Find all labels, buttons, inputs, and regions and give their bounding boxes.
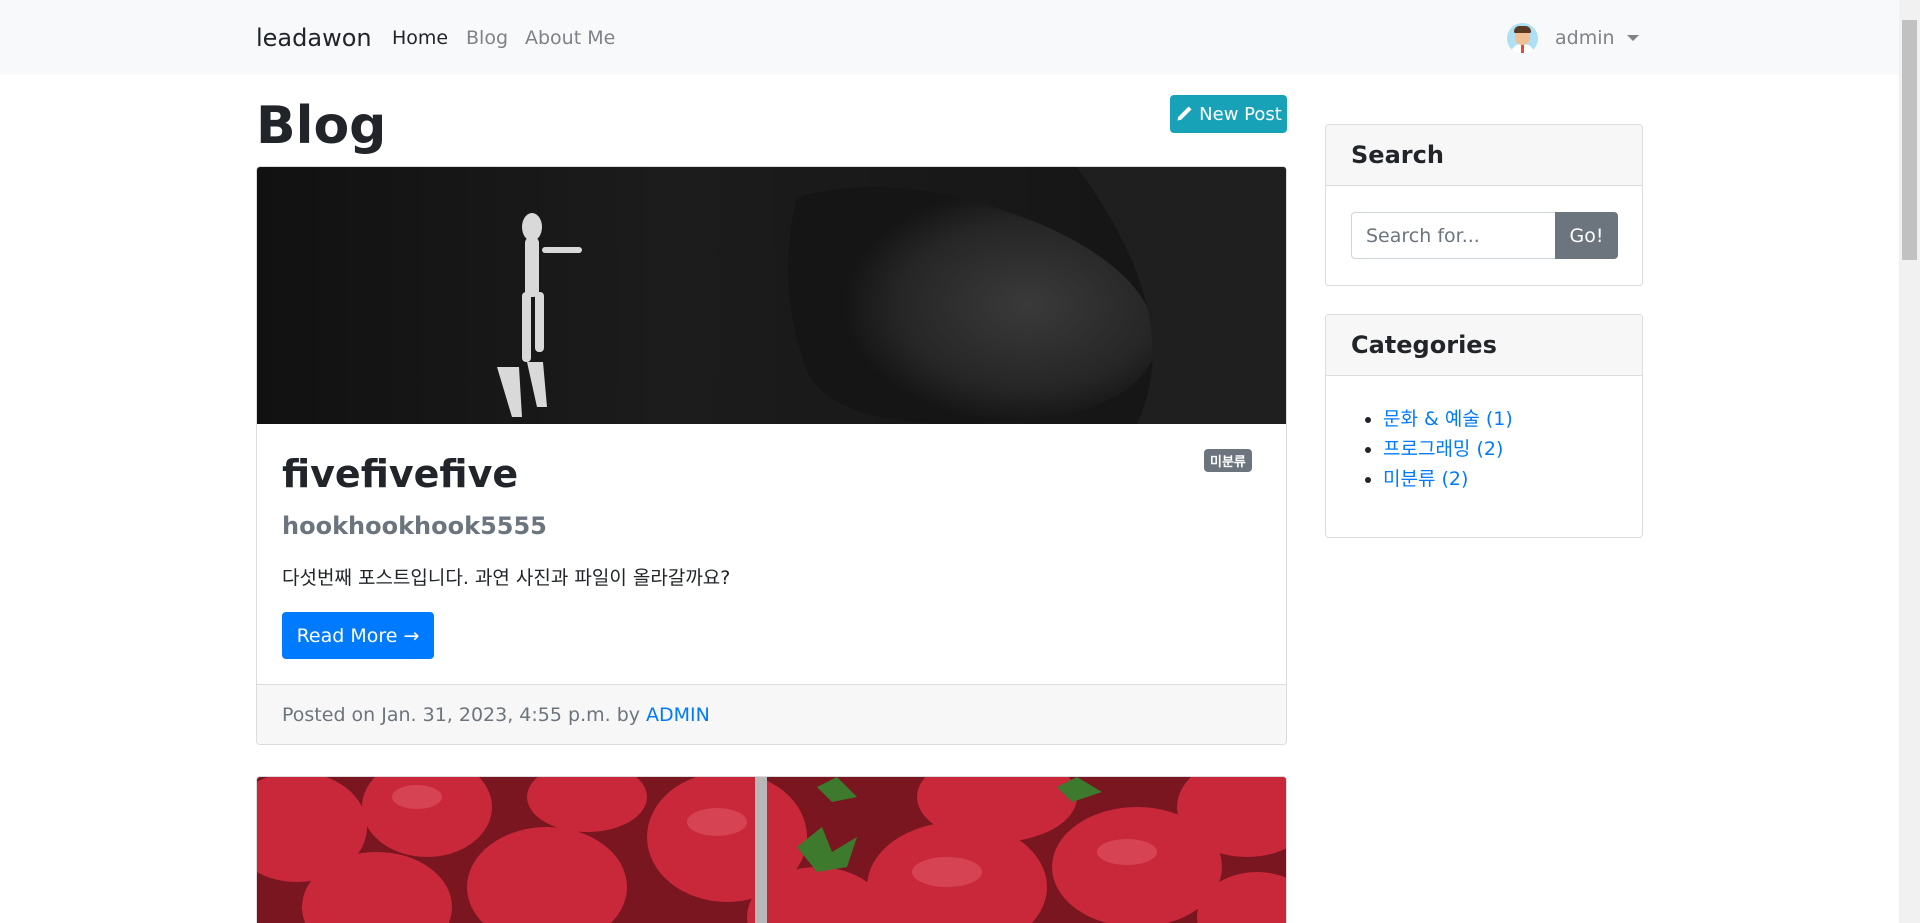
strawberries-photo [257,777,1286,923]
search-widget: Search Go! [1325,124,1643,286]
post-card [256,776,1287,923]
categories-widget: Categories 문화 & 예술 (1) 프로그래밍 (2) 미분류 (2) [1325,314,1643,538]
post-title[interactable]: fivefivefive [282,452,518,496]
scrollbar-thumb[interactable] [1902,20,1917,260]
post-meta: Posted on Jan. 31, 2023, 4:55 p.m. by [282,704,641,726]
pencil-icon [1177,106,1192,121]
author-link[interactable]: ADMIN [646,704,710,726]
list-item: 문화 & 예술 (1) [1383,404,1513,434]
category-badge[interactable]: 미분류 [1204,449,1252,472]
user-name: admin [1555,27,1615,49]
list-item: 프로그래밍 (2) [1383,434,1513,464]
new-post-button[interactable]: New Post [1170,95,1287,133]
category-link-uncategorized[interactable]: 미분류 (2) [1383,468,1468,490]
search-widget-title: Search [1326,125,1642,186]
nav-link-blog[interactable]: Blog [466,27,508,49]
nav-link-about-me[interactable]: About Me [525,27,615,49]
caret-down-icon [1626,35,1639,41]
scuba-diver-photo [257,167,1286,424]
post-card: 미분류 fivefivefive hookhookhook5555 다섯번째 포… [256,166,1287,745]
nav-link-home[interactable]: Home [392,27,448,49]
post-footer: Posted on Jan. 31, 2023, 4:55 p.m. by AD… [257,684,1286,744]
post-excerpt: 다섯번째 포스트입니다. 과연 사진과 파일이 올라갈까요? [282,567,731,589]
search-input[interactable] [1351,212,1556,259]
category-list: 문화 & 예술 (1) 프로그래밍 (2) 미분류 (2) [1383,404,1513,494]
post-subtitle: hookhookhook5555 [282,512,547,540]
category-link-culture-art[interactable]: 문화 & 예술 (1) [1383,408,1513,430]
list-item: 미분류 (2) [1383,464,1513,494]
new-post-label: New Post [1199,103,1282,125]
page-title: Blog [256,96,387,156]
avatar-icon [1507,22,1538,54]
user-dropdown[interactable]: admin [1507,21,1639,55]
search-go-button[interactable]: Go! [1555,212,1618,259]
top-navbar: leadawon Home Blog About Me admin [0,0,1899,75]
page-scrollbar[interactable] [1899,0,1920,923]
categories-widget-title: Categories [1326,315,1642,376]
category-link-programming[interactable]: 프로그래밍 (2) [1383,438,1503,460]
read-more-button[interactable]: Read More → [282,612,434,659]
brand-link[interactable]: leadawon [256,24,372,52]
